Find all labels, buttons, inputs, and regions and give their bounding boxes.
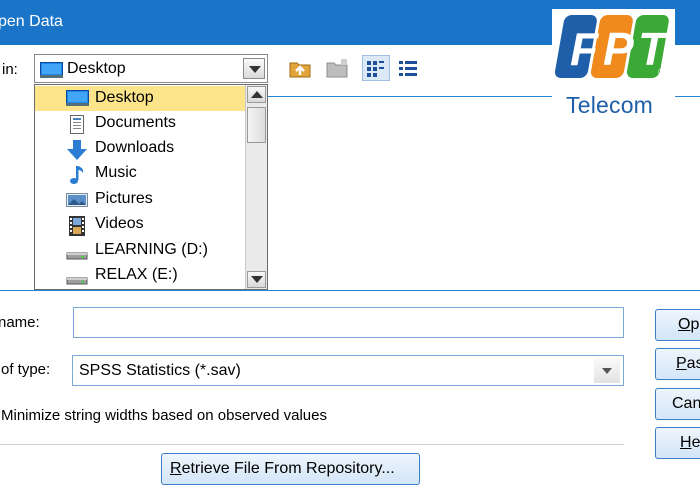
details-view-icon[interactable] — [397, 55, 421, 81]
file-type-combo[interactable]: SPSS Statistics (*.sav) — [72, 355, 624, 386]
dropdown-item-music[interactable]: Music — [35, 161, 245, 186]
drive-icon — [66, 267, 88, 285]
pictures-icon — [66, 191, 88, 209]
file-type-value: SPSS Statistics (*.sav) — [79, 362, 241, 379]
minimize-string-widths-label[interactable]: Minimize string widths based on observed… — [1, 407, 327, 424]
file-name-input[interactable] — [73, 307, 624, 338]
scroll-down-arrow-icon[interactable] — [247, 271, 266, 288]
logo-wordmark: Telecom — [566, 92, 654, 118]
look-in-value: Desktop — [67, 60, 126, 77]
svg-text:T: T — [638, 23, 670, 75]
dropdown-item-learning-drive[interactable]: LEARNING (D:) — [35, 238, 245, 263]
chevron-down-icon[interactable] — [594, 358, 620, 383]
svg-text:®: ® — [658, 67, 665, 77]
dropdown-item-relax-drive[interactable]: RELAX (E:) — [35, 263, 245, 288]
dropdown-item-downloads[interactable]: Downloads — [35, 136, 245, 161]
dropdown-scrollbar[interactable] — [245, 85, 267, 289]
new-folder-icon[interactable] — [325, 55, 349, 81]
help-button-label: He — [680, 434, 700, 451]
help-button[interactable]: He — [655, 427, 700, 459]
list-view-icon[interactable] — [362, 55, 390, 81]
dropdown-item-label: Pictures — [95, 190, 153, 207]
cancel-button[interactable]: Can — [655, 388, 700, 420]
file-name-label: name: — [0, 314, 40, 331]
dropdown-item-desktop[interactable]: Desktop — [35, 86, 245, 111]
documents-icon — [66, 115, 88, 134]
svg-text:P: P — [603, 23, 634, 75]
downloads-icon — [66, 140, 88, 160]
dropdown-item-documents[interactable]: Documents — [35, 111, 245, 136]
cancel-button-label: Can — [672, 395, 700, 412]
scroll-thumb[interactable] — [247, 107, 266, 143]
dropdown-item-label: RELAX (E:) — [95, 266, 178, 283]
up-folder-icon[interactable] — [288, 55, 312, 81]
videos-icon — [66, 216, 88, 236]
look-in-dropdown-list[interactable]: Desktop Documents Downloads Music Pictur… — [34, 84, 268, 290]
retrieve-from-repository-button[interactable]: Retrieve File From Repository... — [161, 453, 420, 485]
look-in-dropdown-button[interactable] — [243, 58, 265, 79]
look-in-label: in: — [2, 61, 18, 78]
dropdown-item-label: LEARNING (D:) — [95, 241, 208, 258]
drive-icon — [66, 242, 88, 260]
desktop-icon — [66, 90, 89, 108]
desktop-icon — [40, 62, 63, 83]
music-icon — [66, 165, 88, 184]
paste-button-label: Pas — [676, 355, 700, 372]
file-list-bottom-border — [0, 290, 700, 291]
retrieve-button-label: Retrieve File From Repository... — [170, 460, 395, 477]
dropdown-item-label: Music — [95, 164, 137, 181]
window-title: pen Data — [0, 13, 63, 30]
fpt-logo-mark: F P T ® — [554, 15, 670, 78]
divider — [0, 444, 624, 445]
dropdown-item-label: Videos — [95, 215, 144, 232]
look-in-combo[interactable]: Desktop — [34, 54, 268, 83]
file-type-label: of type: — [1, 361, 51, 378]
dropdown-item-label: Desktop — [95, 89, 154, 106]
open-button-label: Op — [678, 316, 700, 333]
open-button[interactable]: Op — [655, 309, 700, 341]
dropdown-item-label: Downloads — [95, 139, 175, 156]
dropdown-item-pictures[interactable]: Pictures — [35, 187, 245, 212]
scroll-up-arrow-icon[interactable] — [247, 86, 266, 103]
dropdown-item-videos[interactable]: Videos — [35, 212, 245, 237]
paste-button[interactable]: Pas — [655, 348, 700, 380]
fpt-telecom-logo: F P T ® Telecom — [552, 9, 675, 120]
svg-text:F: F — [570, 23, 600, 75]
dropdown-item-label: Documents — [95, 114, 176, 131]
